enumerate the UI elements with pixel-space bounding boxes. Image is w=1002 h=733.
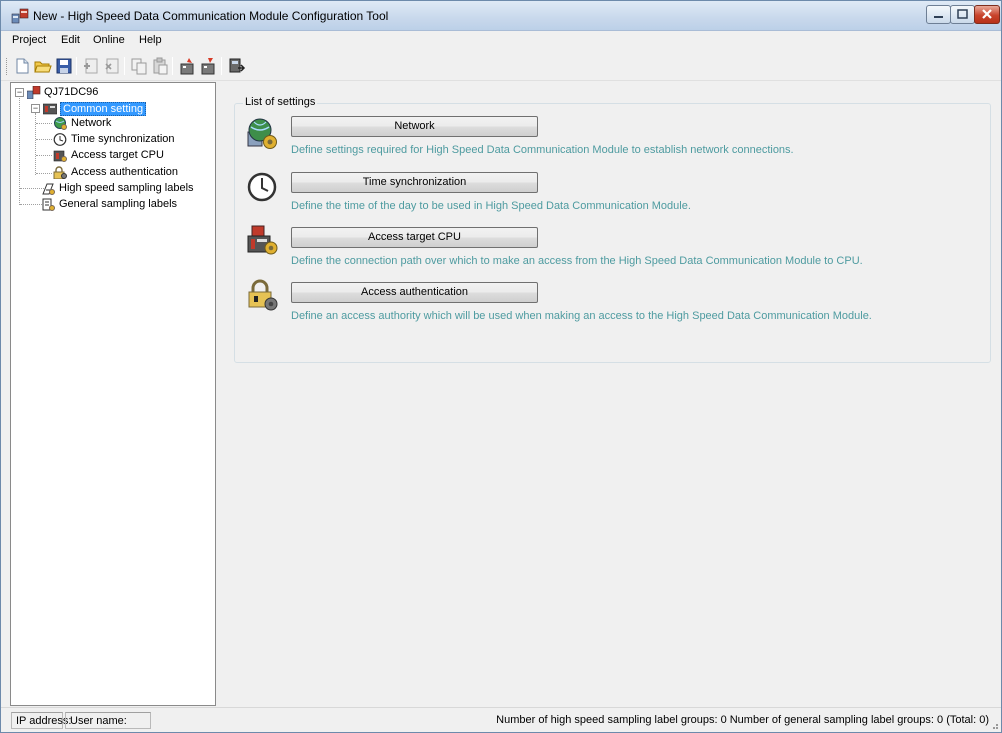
tree-label: QJ71DC96: [44, 86, 99, 98]
tree-label: Network: [71, 117, 112, 129]
menu-help[interactable]: Help: [139, 34, 162, 46]
menu-bar: Project Edit Online Help: [1, 31, 1001, 51]
cpu-module-icon: [247, 225, 278, 255]
minimize-button[interactable]: [926, 5, 951, 24]
network-button[interactable]: Network: [291, 116, 538, 137]
clock-icon: [53, 133, 67, 146]
common-setting-collapse-toggle[interactable]: −: [31, 104, 40, 113]
tree-network[interactable]: Network: [53, 117, 173, 130]
time-synchronization-button[interactable]: Time synchronization: [291, 172, 538, 193]
access-target-cpu-button[interactable]: Access target CPU: [291, 227, 538, 248]
tree-general-sampling-labels[interactable]: General sampling labels: [39, 198, 209, 211]
network-globe-icon: [54, 117, 67, 130]
tree-access-authentication[interactable]: Access authentication: [53, 166, 203, 179]
add-item-icon[interactable]: [82, 57, 100, 75]
module-icon: [27, 86, 41, 99]
new-file-icon[interactable]: [13, 57, 31, 75]
remove-item-icon[interactable]: [103, 57, 121, 75]
clock-icon: [247, 172, 277, 202]
settings-group: List of settings Network Define settings…: [234, 96, 991, 363]
network-globe-icon: [247, 118, 277, 149]
tree-common-setting[interactable]: Common setting: [43, 102, 163, 116]
title-bar: New - High Speed Data Communication Modu…: [1, 1, 1001, 31]
lock-icon: [248, 279, 278, 311]
access-authentication-description: Define an access authority which will be…: [291, 310, 872, 322]
sampling-label-icon: [42, 198, 55, 211]
paste-icon[interactable]: [151, 57, 169, 75]
tree-label: Time synchronization: [71, 133, 175, 145]
access-target-cpu-description: Define the connection path over which to…: [291, 255, 863, 267]
copy-icon[interactable]: [130, 57, 148, 75]
tree-time-synchronization[interactable]: Time synchronization: [53, 133, 193, 146]
time-synchronization-description: Define the time of the day to be used in…: [291, 200, 691, 212]
menu-online[interactable]: Online: [93, 34, 125, 46]
common-setting-icon: [43, 103, 57, 115]
open-folder-icon[interactable]: [34, 57, 52, 75]
tree-label: High speed sampling labels: [59, 182, 194, 194]
access-authentication-button[interactable]: Access authentication: [291, 282, 538, 303]
network-description: Define settings required for High Speed …: [291, 144, 794, 156]
label-group-summary: Number of high speed sampling label grou…: [496, 714, 989, 726]
tree-label: Common setting: [60, 102, 147, 116]
toolbar: [1, 51, 1001, 81]
menu-edit[interactable]: Edit: [61, 34, 80, 46]
root-collapse-toggle[interactable]: −: [15, 88, 24, 97]
write-to-module-icon[interactable]: [178, 57, 196, 75]
save-icon[interactable]: [55, 57, 73, 75]
online-monitor-icon[interactable]: [228, 57, 246, 75]
cpu-module-icon: [53, 150, 67, 162]
window-title: New - High Speed Data Communication Modu…: [33, 9, 389, 23]
ip-address-status: IP address:: [11, 712, 71, 729]
tree-root-qj71dc96[interactable]: QJ71DC96: [27, 86, 127, 99]
user-name-status: User name:: [65, 712, 151, 729]
settings-panel: List of settings Network Define settings…: [220, 82, 1000, 706]
tree-label: Access authentication: [71, 166, 179, 178]
app-icon: [11, 8, 29, 24]
close-button[interactable]: [974, 5, 1000, 24]
status-bar: IP address: User name: Number of high sp…: [1, 707, 1001, 732]
maximize-button[interactable]: [950, 5, 975, 24]
toolbar-grip[interactable]: [6, 58, 9, 75]
lock-icon: [53, 166, 67, 179]
app-window: New - High Speed Data Communication Modu…: [0, 0, 1002, 733]
tree-high-speed-sampling-labels[interactable]: High speed sampling labels: [39, 182, 209, 195]
menu-project[interactable]: Project: [12, 34, 46, 46]
resize-grip-icon[interactable]: [989, 720, 999, 730]
tree-label: Access target CPU: [71, 149, 164, 161]
sampling-label-icon: [42, 183, 55, 195]
project-tree[interactable]: − QJ71DC96 − Common setting Network Time…: [10, 82, 216, 706]
tree-access-target-cpu[interactable]: Access target CPU: [53, 149, 183, 162]
read-from-module-icon[interactable]: [199, 57, 217, 75]
group-title: List of settings: [243, 96, 318, 108]
tree-label: General sampling labels: [59, 198, 178, 210]
